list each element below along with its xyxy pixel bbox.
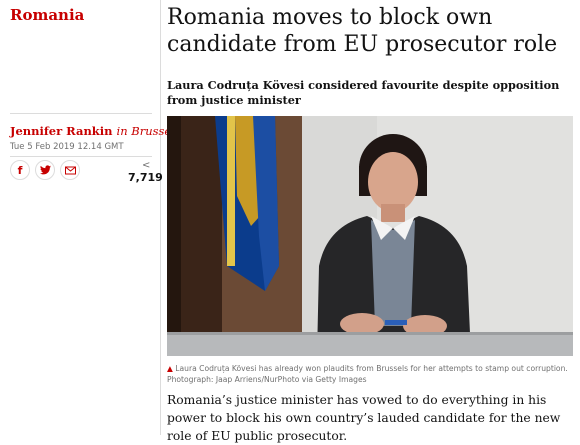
caption-text: Laura Codruța Kövesi has already won pla…	[167, 364, 568, 384]
publish-date: Tue 5 Feb 2019 12.14 GMT	[10, 142, 124, 152]
article-photo	[167, 116, 573, 356]
email-share-button[interactable]	[60, 160, 80, 180]
envelope-icon	[64, 166, 76, 174]
byline: Jennifer Rankin in Brussels	[10, 124, 181, 138]
portrait-illustration	[167, 116, 573, 356]
twitter-share-button[interactable]	[35, 160, 55, 180]
share-count-icon: <	[142, 160, 151, 171]
article-body-paragraph: Romania’s justice minister has vowed to …	[167, 393, 561, 443]
divider	[10, 156, 152, 157]
facebook-share-button[interactable]: f	[10, 160, 30, 180]
photo-caption: ▲ Laura Codruța Kövesi has already won p…	[167, 364, 575, 385]
facebook-icon: f	[17, 163, 23, 177]
headline: Romania moves to block own candidate fro…	[167, 5, 558, 57]
author-link[interactable]: Jennifer Rankin	[10, 124, 113, 138]
section-link[interactable]: Romania	[10, 6, 84, 24]
share-count: 7,719	[128, 171, 163, 184]
caption-triangle-icon: ▲	[167, 364, 173, 373]
column-divider	[160, 0, 161, 435]
standfirst: Laura Codruța Kövesi considered favourit…	[167, 78, 560, 107]
twitter-icon	[39, 165, 51, 175]
divider	[10, 113, 152, 114]
